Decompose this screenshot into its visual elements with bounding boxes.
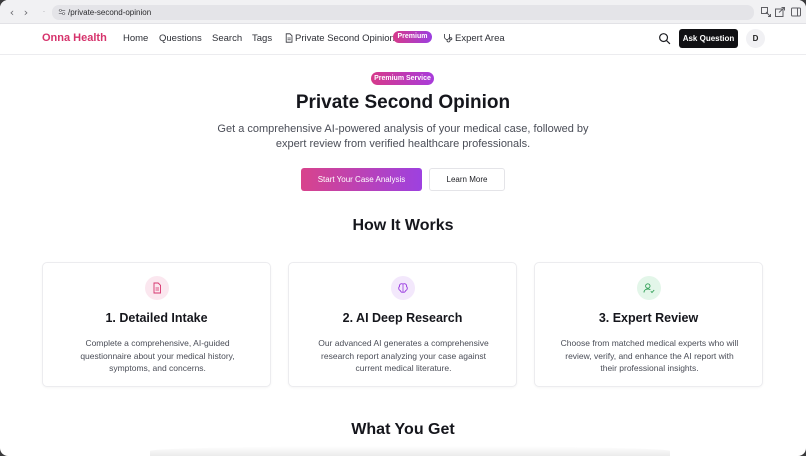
sidebar-toggle-icon[interactable] [790, 6, 802, 18]
nav-home[interactable]: Home [123, 33, 148, 44]
forward-icon[interactable]: › [19, 5, 33, 19]
step-icon-wrap [145, 276, 169, 300]
nav-expert-area[interactable]: Expert Area [455, 33, 505, 44]
ask-question-button[interactable]: Ask Question [679, 29, 738, 48]
document-icon [285, 33, 293, 43]
share-icon[interactable] [774, 6, 786, 18]
translate-icon[interactable] [760, 6, 772, 18]
browser-toolbar: ‹ › · /private-second-opinion [0, 0, 806, 24]
nav-private-second-opinion[interactable]: Private Second Opinion [295, 33, 395, 44]
browser-window: ‹ › · /private-second-opinion Onna Healt [0, 0, 806, 456]
learn-more-button[interactable]: Learn More [429, 168, 505, 191]
what-you-get-title: What You Get [351, 421, 455, 438]
nav-search[interactable]: Search [212, 33, 242, 44]
how-it-works-title: How It Works [352, 217, 454, 234]
brain-icon [398, 283, 408, 293]
premium-service-badge: Premium Service [371, 72, 434, 85]
scroll-shadow [150, 446, 670, 456]
premium-badge: Premium [393, 31, 432, 43]
stethoscope-icon [444, 34, 453, 43]
step-description: Complete a comprehensive, AI-guided ques… [80, 338, 235, 373]
brand-logo[interactable]: Onna Health [42, 32, 107, 44]
document-icon [153, 282, 161, 294]
step-title: 2. AI Deep Research [342, 311, 463, 325]
search-icon[interactable] [658, 32, 671, 45]
hero-subtitle: Get a comprehensive AI-powered analysis … [217, 123, 589, 150]
step-card-ai-research: 2. AI Deep Research Our advanced AI gene… [288, 262, 517, 387]
avatar[interactable]: D [746, 29, 765, 48]
nav-tags[interactable]: Tags [252, 33, 272, 44]
app-header: Onna Health Home Questions Search Tags P… [0, 24, 806, 55]
user-check-icon [643, 283, 655, 294]
step-title: 3. Expert Review [598, 311, 699, 325]
start-case-analysis-button[interactable]: Start Your Case Analysis [301, 168, 422, 191]
step-card-expert-review: 3. Expert Review Choose from matched med… [534, 262, 763, 387]
step-description: Our advanced AI generates a comprehensiv… [318, 338, 489, 373]
step-card-intake: 1. Detailed Intake Complete a comprehens… [42, 262, 271, 387]
nav-questions[interactable]: Questions [159, 33, 202, 44]
back-icon[interactable]: ‹ [5, 5, 19, 19]
step-title: 1. Detailed Intake [105, 311, 208, 325]
address-bar[interactable]: /private-second-opinion [52, 5, 754, 20]
step-icon-wrap [391, 276, 415, 300]
url-text: /private-second-opinion [68, 8, 152, 17]
step-description: Choose from matched medical experts who … [560, 338, 739, 373]
site-settings-icon[interactable] [58, 8, 66, 16]
page-title: Private Second Opinion [295, 92, 511, 113]
step-icon-wrap [637, 276, 661, 300]
more-dots-icon[interactable]: · [37, 5, 51, 19]
